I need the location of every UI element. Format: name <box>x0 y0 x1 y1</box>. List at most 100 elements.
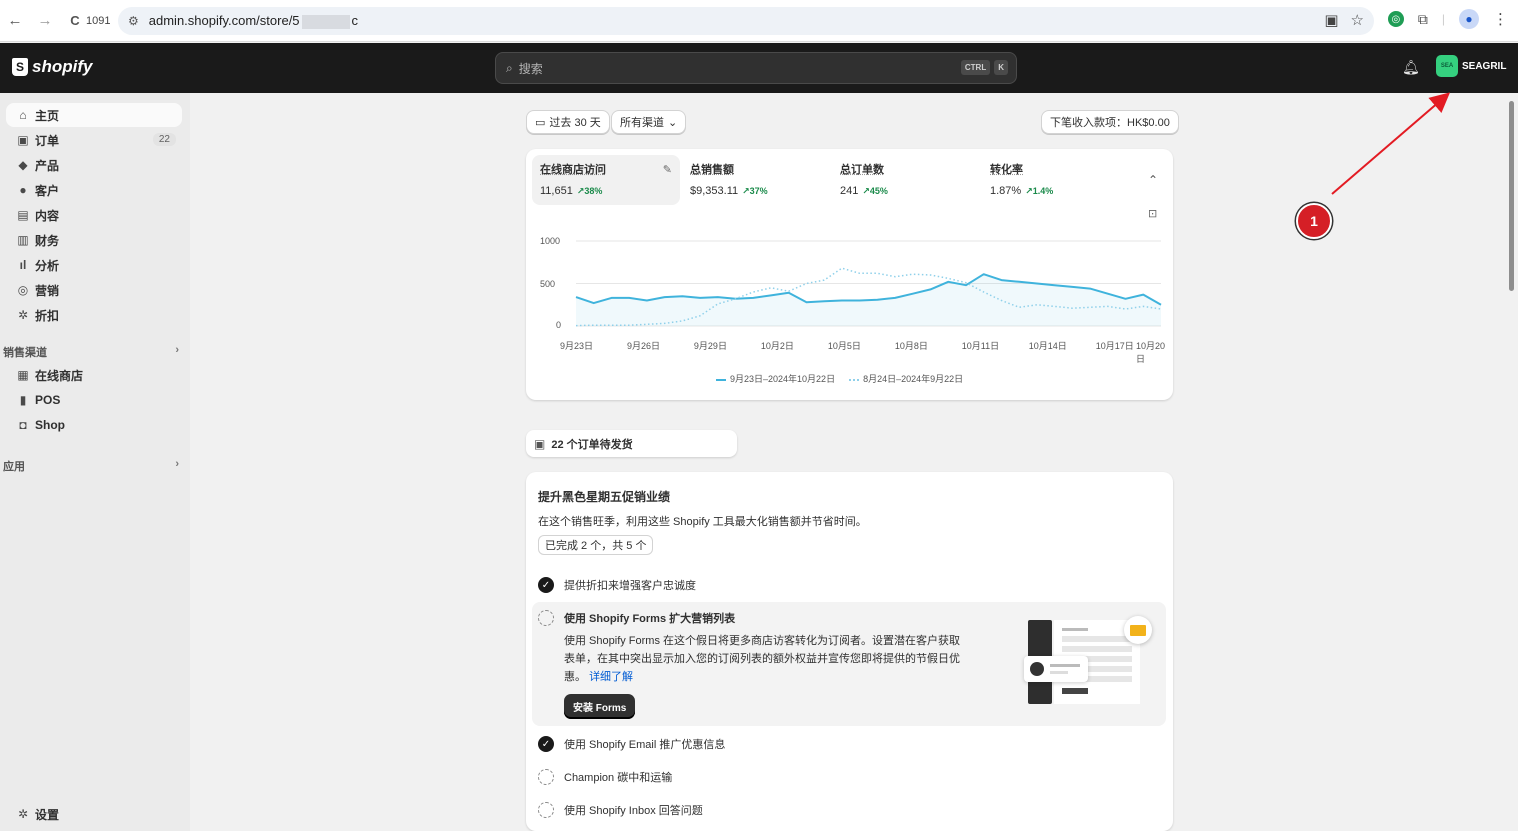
x-tick-label: 10月14日 <box>1028 341 1067 351</box>
annotation-marker: 1 <box>1296 203 1332 239</box>
address-bar[interactable]: ⚙ admin.shopify.com/store/5 c ▣ ☆ <box>118 7 1374 35</box>
x-tick-label: 10月5日 <box>827 341 861 351</box>
pos-icon: ▮ <box>19 393 27 407</box>
tag-icon: ◆ <box>18 158 28 172</box>
browser-menu-icon[interactable]: ⋮ <box>1493 10 1508 28</box>
content-icon: ▤ <box>17 208 29 222</box>
checkmark-icon: ✓ <box>538 736 554 752</box>
sidebar-item-finance[interactable]: ▥ 财务 <box>6 228 182 252</box>
person-icon: ● <box>19 183 27 197</box>
chevron-down-icon: ⌄ <box>668 116 678 129</box>
bank-icon: ▥ <box>17 233 29 247</box>
shopify-logo[interactable]: S shopify <box>12 57 92 77</box>
reload-icon[interactable]: C <box>64 10 86 32</box>
inbox-icon: ▣ <box>17 133 29 147</box>
orders-to-fulfill-button[interactable]: ▣ 22 个订单待发货 <box>526 430 737 457</box>
task-forms[interactable]: 使用 Shopify Forms 扩大营销列表 <box>538 610 735 626</box>
sidebar-item-orders[interactable]: ▣ 订单 22 <box>6 128 182 152</box>
incomplete-circle-icon <box>538 769 554 785</box>
bookmark-star-icon[interactable]: ☆ <box>1351 11 1364 29</box>
sidebar-item-pos[interactable]: ▮ POS <box>6 388 182 412</box>
setup-progress-badge: 已完成 2 个，共 5 个 <box>538 535 654 555</box>
sales-channels-header[interactable]: 销售渠道 › <box>3 344 183 360</box>
tab-count: 1091 <box>86 14 111 27</box>
legend-previous: 8月24日–2024年9月22日 <box>849 372 963 385</box>
home-icon: ⌂ <box>19 108 27 122</box>
shortcut-ctrl: CTRL <box>960 60 991 75</box>
legend-current: 9月23日–2024年10月22日 <box>716 372 835 385</box>
search-placeholder: 搜索 <box>518 61 543 76</box>
orders-count-badge: 22 <box>152 133 176 146</box>
sidebar-item-customers[interactable]: ● 客户 <box>6 178 182 202</box>
x-tick-label: 9月26日 <box>626 341 660 351</box>
x-tick-label: 10月20日 <box>1136 341 1166 364</box>
chevron-right-icon: › <box>175 344 179 356</box>
next-payout-button[interactable]: 下笔收入款项：HK$0.00 <box>1041 110 1179 134</box>
date-range-button[interactable]: ▭ 过去 30 天 <box>526 110 610 134</box>
learn-more-link[interactable]: 详细了解 <box>589 671 633 683</box>
sidebar-item-marketing[interactable]: ◎ 营销 <box>6 278 182 302</box>
site-settings-icon[interactable]: ⚙ <box>128 14 139 28</box>
shopify-bag-icon: S <box>12 58 28 76</box>
sidebar-item-content[interactable]: ▤ 内容 <box>6 203 182 227</box>
incomplete-circle-icon <box>538 802 554 818</box>
x-tick-label: 9月23日 <box>560 341 594 351</box>
checkmark-icon: ✓ <box>538 577 554 593</box>
sidebar-item-home[interactable]: ⌂ 主页 <box>6 103 182 127</box>
inbox-icon: ▣ <box>534 436 546 451</box>
forms-illustration <box>1024 616 1152 708</box>
apps-header[interactable]: 应用 › <box>3 458 183 474</box>
install-forms-button[interactable]: 安装 Forms <box>564 694 636 719</box>
notifications-bell-icon[interactable]: 🔔︎ <box>1402 59 1420 76</box>
chevron-right-icon: › <box>175 458 179 470</box>
back-icon[interactable]: ← <box>4 10 26 32</box>
store-menu-button[interactable]: SEA SEAGRIL <box>1436 55 1506 77</box>
chart-legend: 9月23日–2024年10月22日 8月24日–2024年9月22日 <box>716 372 963 385</box>
forward-icon[interactable]: → <box>34 10 56 32</box>
setup-guide-card: 提升黑色星期五促销业绩 在这个销售旺季，利用这些 Shopify 工具最大化销售… <box>526 472 1173 831</box>
extension-icon[interactable]: ◎ <box>1387 11 1404 27</box>
target-icon: ◎ <box>17 283 29 297</box>
discount-icon: ✲ <box>17 308 29 322</box>
task-shopify-inbox[interactable]: 使用 Shopify Inbox 回答问题 <box>538 802 703 818</box>
sessions-line-chart <box>575 240 1162 327</box>
profile-avatar-icon[interactable]: ● <box>1459 9 1479 29</box>
task-shopify-email[interactable]: ✓ 使用 Shopify Email 推广优惠信息 <box>538 736 725 752</box>
x-tick-label: 9月29日 <box>693 341 727 351</box>
sidebar-item-settings[interactable]: ✲ 设置 <box>6 802 182 826</box>
x-tick-label: 10月11日 <box>961 341 1000 351</box>
x-tick-label: 10月17日 <box>1095 341 1134 351</box>
sidebar-item-online-store[interactable]: ▦ 在线商店 <box>6 363 182 387</box>
channel-filter-button[interactable]: 所有渠道 ⌄ <box>611 110 687 134</box>
sidebar: ⌂ 主页 ▣ 订单 22 ◆ 产品 ● 客户 ▤ 内容 ▥ 财务 ıl 分析 ◎ 营销 ✲ 折扣 销… <box>0 93 190 831</box>
shortcut-k: K <box>994 60 1008 75</box>
task-discounts[interactable]: ✓ 提供折扣来增强客户忠诚度 <box>538 577 696 593</box>
incomplete-circle-icon <box>538 610 554 626</box>
sidebar-item-products[interactable]: ◆ 产品 <box>6 153 182 177</box>
extensions-puzzle-icon[interactable]: ⧉ <box>1418 11 1428 28</box>
chart-icon: ıl <box>19 258 27 272</box>
search-input[interactable]: ⌕ 搜索 CTRL K <box>495 52 1017 84</box>
metrics-card: 在线商店访问 11,651 ↗38% ✎ 总销售额 $9,353.11 ↗37% 总… <box>526 149 1173 400</box>
sidebar-item-discounts[interactable]: ✲ 折扣 <box>6 303 182 327</box>
task-forms-description: 使用 Shopify Forms 在这个假日将更多商店访客转化为订阅者。设置潜在… <box>564 635 961 683</box>
search-icon: ⌕ <box>506 60 513 75</box>
scrollbar-thumb[interactable] <box>1509 101 1514 291</box>
calendar-icon: ▭ <box>535 116 546 129</box>
shop-icon: ◘ <box>19 418 27 432</box>
url-redaction <box>301 14 350 29</box>
sidebar-item-analytics[interactable]: ıl 分析 <box>6 253 182 277</box>
url-text: admin.shopify.com/store/5 c <box>148 13 359 29</box>
x-tick-label: 10月8日 <box>894 341 928 351</box>
translate-icon[interactable]: ▣ <box>1324 11 1338 29</box>
admin-topbar: S shopify ⌕ 搜索 CTRL K 🔔︎ SEA SEAGRIL <box>0 43 1518 93</box>
task-carbon-neutral[interactable]: Champion 碳中和运输 <box>538 769 672 785</box>
sidebar-item-shop[interactable]: ◘ Shop <box>6 413 182 437</box>
main-scrollbar[interactable] <box>1507 95 1516 831</box>
store-icon: ▦ <box>17 368 29 382</box>
browser-toolbar: ← → C 1091 ⚙ admin.shopify.com/store/5 c … <box>0 0 1518 42</box>
mail-icon <box>1124 616 1152 644</box>
setup-guide-title: 提升黑色星期五促销业绩 <box>538 490 671 504</box>
store-avatar: SEA <box>1436 55 1458 77</box>
store-name: SEAGRIL <box>1462 60 1507 72</box>
